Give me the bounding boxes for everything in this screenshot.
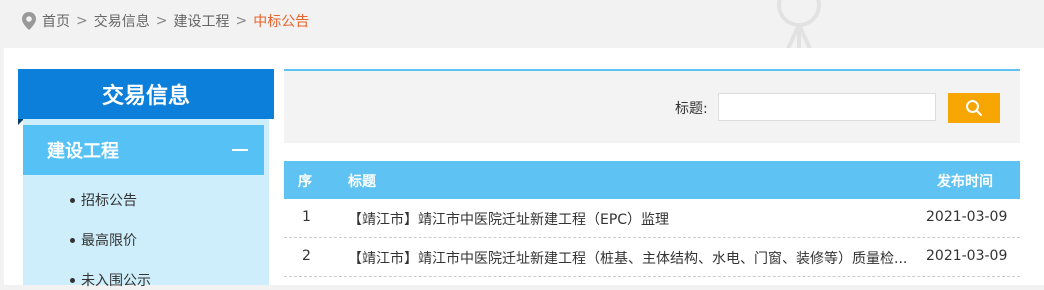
breadcrumb-separator: > — [76, 13, 88, 29]
bullet-icon — [70, 197, 75, 203]
sidebar-item-shortlist-notice[interactable]: 未入围公示 — [70, 270, 151, 290]
breadcrumb-separator: > — [235, 13, 248, 29]
breadcrumb: 首页 > 交易信息 > 建设工程 > 中标公告 — [22, 11, 309, 31]
sidebar-category-label: 建设工程 — [47, 141, 119, 162]
row-title-link[interactable]: 【靖江市】靖江市中医院迁址新建工程（EPC）监理 — [348, 209, 908, 229]
breadcrumb-current: 中标公告 — [253, 14, 310, 30]
sidebar-category-construction[interactable]: 建设工程 — [23, 125, 264, 175]
sidebar-item-tender-notice[interactable]: 招标公告 — [70, 190, 137, 210]
table-header: 序 标题 发布时间 — [284, 161, 1020, 199]
row-index: 2 — [302, 248, 311, 264]
row-date: 2021-03-09 — [926, 209, 1008, 225]
table-row[interactable]: 1 【靖江市】靖江市中医院迁址新建工程（EPC）监理 2021-03-09 — [284, 199, 1020, 238]
table-row[interactable]: 2 【靖江市】靖江市中医院迁址新建工程（桩基、主体结构、水电、门窗、装修等）质量… — [284, 238, 1020, 277]
search-input[interactable] — [718, 93, 936, 121]
bullet-icon — [70, 277, 75, 283]
breadcrumb-separator: > — [155, 13, 168, 29]
minus-icon[interactable] — [232, 149, 248, 151]
sidebar-item-label: 最高限价 — [81, 233, 137, 249]
breadcrumb-home[interactable]: 首页 — [42, 11, 70, 31]
search-button[interactable] — [948, 93, 1000, 123]
sidebar-item-label: 招标公告 — [81, 193, 137, 209]
header-date: 发布时间 — [937, 174, 993, 190]
row-date: 2021-03-09 — [926, 248, 1008, 264]
header-index: 序 — [298, 174, 312, 190]
row-title-link[interactable]: 【靖江市】靖江市中医院迁址新建工程（桩基、主体结构、水电、门窗、装修等）质量检.… — [348, 248, 908, 268]
sidebar-title: 交易信息 — [18, 69, 274, 125]
breadcrumb-trade-info[interactable]: 交易信息 — [94, 11, 150, 31]
search-bar: 标题: — [284, 69, 1020, 143]
sidebar-item-max-price[interactable]: 最高限价 — [70, 230, 137, 250]
header-title: 标题 — [348, 174, 376, 190]
breadcrumb-construction[interactable]: 建设工程 — [173, 11, 229, 31]
map-pin-icon — [22, 12, 36, 30]
sidebar-item-label: 未入围公示 — [81, 273, 151, 289]
search-label: 标题: — [675, 101, 708, 117]
bullet-icon — [70, 237, 75, 243]
content-panel: 交易信息 建设工程 招标公告 最高限价 未入围公示 标题: 序 标题 发布时间 — [4, 48, 1044, 289]
search-icon — [966, 100, 982, 116]
row-index: 1 — [302, 209, 311, 225]
results-table: 序 标题 发布时间 1 【靖江市】靖江市中医院迁址新建工程（EPC）监理 202… — [284, 161, 1020, 277]
